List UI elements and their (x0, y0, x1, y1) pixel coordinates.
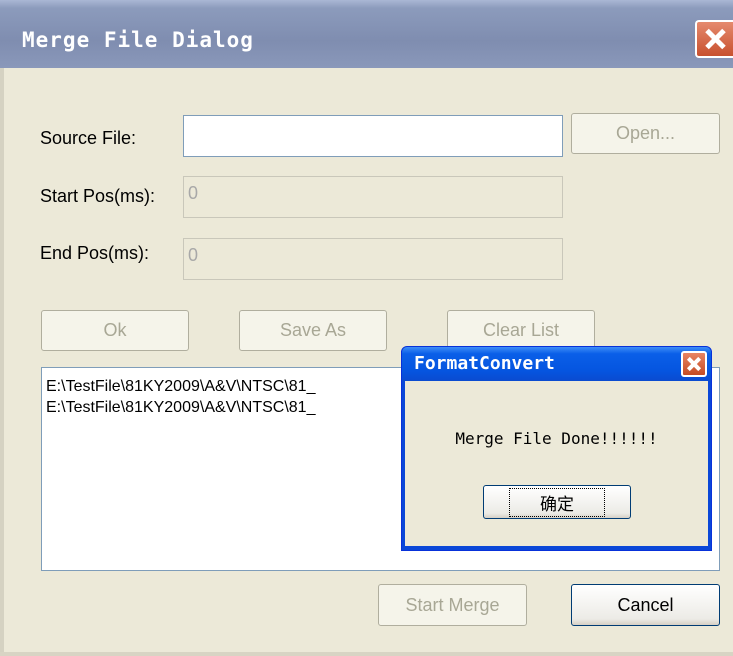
source-file-label: Source File: (40, 128, 137, 148)
message-text: Merge File Done!!!!!! (455, 429, 658, 448)
dialog-title: Merge File Dialog (22, 28, 254, 52)
save-as-button[interactable]: Save As (239, 310, 387, 351)
ok-button[interactable]: Ok (41, 310, 189, 351)
window-border (0, 68, 4, 656)
start-merge-button[interactable]: Start Merge (378, 584, 527, 626)
message-box-titlebar[interactable]: FormatConvert (402, 347, 711, 381)
start-pos-input[interactable]: 0 (183, 176, 563, 218)
source-file-input[interactable] (183, 115, 563, 157)
start-pos-label: Start Pos(ms): (40, 186, 156, 206)
merge-file-dialog: Merge File Dialog Source File: Open... S… (0, 0, 733, 656)
clear-list-button[interactable]: Clear List (447, 310, 595, 351)
dialog-titlebar[interactable]: Merge File Dialog (0, 0, 733, 68)
dialog-close-icon[interactable] (695, 20, 733, 58)
message-box: FormatConvert Merge File Done!!!!!! 确定 (401, 346, 712, 551)
message-ok-label: 确定 (509, 487, 605, 517)
message-box-title: FormatConvert (414, 353, 555, 374)
end-pos-input[interactable]: 0 (183, 238, 563, 280)
message-box-close-icon[interactable] (681, 351, 707, 377)
window-border (0, 652, 733, 656)
message-box-body: Merge File Done!!!!!! 确定 (405, 381, 708, 546)
open-button[interactable]: Open... (571, 113, 720, 154)
cancel-button[interactable]: Cancel (571, 584, 720, 626)
message-ok-button[interactable]: 确定 (483, 485, 631, 519)
end-pos-label: End Pos(ms): (40, 243, 150, 263)
